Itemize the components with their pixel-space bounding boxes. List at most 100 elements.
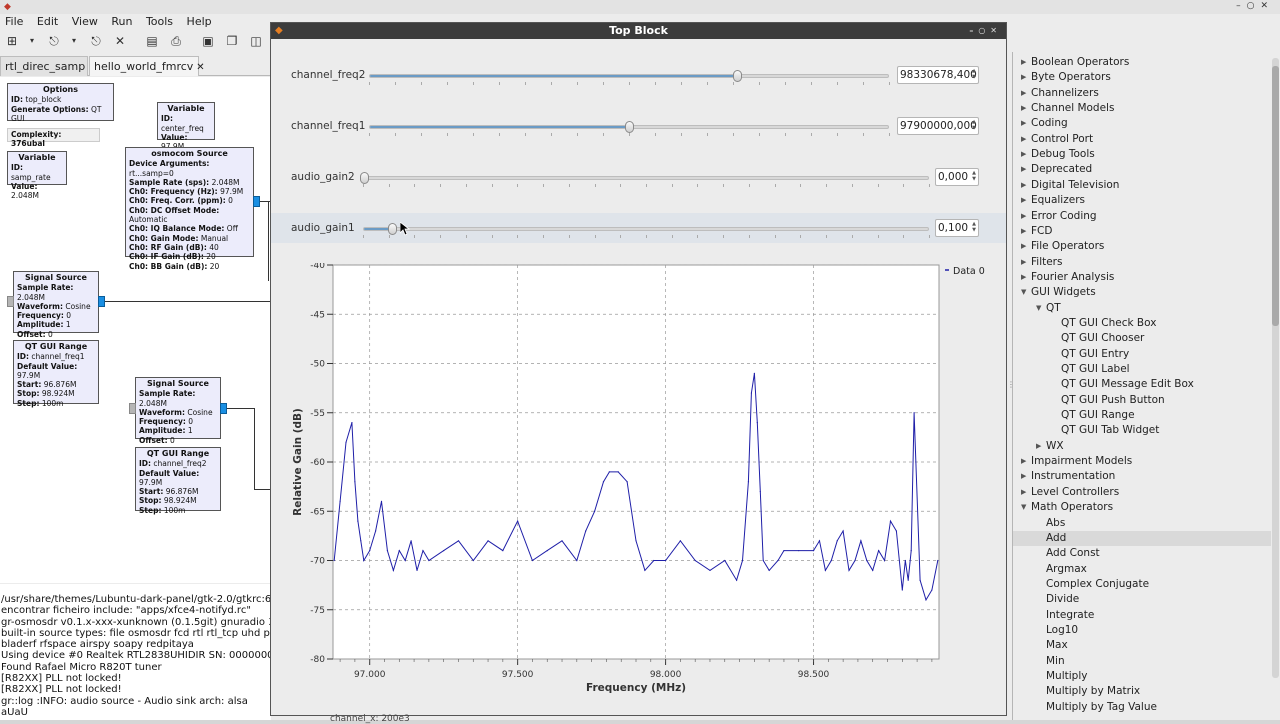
document-icon[interactable]: ▤: [144, 33, 160, 49]
expand-right-icon[interactable]: ▶: [1021, 86, 1026, 101]
spin-arrows-icon[interactable]: ▲ ▼: [972, 119, 976, 131]
expand-right-icon[interactable]: ▶: [1021, 270, 1026, 285]
close-icon[interactable]: ✕: [112, 33, 128, 49]
palette-item[interactable]: ▼ GUI Widgets: [1013, 285, 1271, 300]
expand-right-icon[interactable]: ▶: [1021, 255, 1026, 270]
spin-box[interactable]: 98330678,400 ▲ ▼: [897, 66, 979, 84]
signal-source-2-input-port[interactable]: [129, 403, 136, 414]
menu-run[interactable]: Run: [106, 14, 137, 29]
expand-down-icon[interactable]: ▼: [1021, 500, 1026, 515]
cut-icon[interactable]: ▣: [200, 33, 216, 49]
palette-item[interactable]: Max: [1013, 638, 1271, 653]
palette-item[interactable]: Log10: [1013, 623, 1271, 638]
top-block-window[interactable]: ◆ Top Block –○✕ channel_freq2 98330678,40…: [270, 22, 1007, 716]
menu-tools[interactable]: Tools: [141, 14, 178, 29]
expand-right-icon[interactable]: ▶: [1021, 116, 1026, 131]
expand-right-icon[interactable]: ▶: [1036, 439, 1041, 454]
palette-item[interactable]: ▶ Control Port: [1013, 132, 1271, 147]
copy-icon[interactable]: ❐: [224, 33, 240, 49]
palette-item[interactable]: ▶ Error Coding: [1013, 209, 1271, 224]
palette-item[interactable]: Integrate: [1013, 608, 1271, 623]
slider-track[interactable]: [360, 172, 929, 184]
slider-track[interactable]: [369, 121, 889, 133]
spin-arrows-icon[interactable]: ▲ ▼: [972, 68, 976, 80]
palette-item[interactable]: ▶ Equalizers: [1013, 193, 1271, 208]
expand-right-icon[interactable]: ▶: [1021, 101, 1026, 116]
palette-item[interactable]: QT GUI Message Edit Box: [1013, 377, 1271, 392]
palette-item[interactable]: ▶ Level Controllers: [1013, 485, 1271, 500]
menu-file[interactable]: File: [0, 14, 28, 29]
palette-item[interactable]: ▶ Instrumentation: [1013, 469, 1271, 484]
palette-item[interactable]: ▼ Math Operators: [1013, 500, 1271, 515]
palette-item[interactable]: ▶ Coding: [1013, 116, 1271, 131]
palette-item[interactable]: Argmax: [1013, 562, 1271, 577]
palette-item[interactable]: ▶ Byte Operators: [1013, 70, 1271, 85]
open-icon[interactable]: ⎋: [46, 33, 62, 49]
palette-item[interactable]: QT GUI Tab Widget: [1013, 423, 1271, 438]
slider-handle[interactable]: [388, 223, 398, 235]
palette-item[interactable]: QT GUI Label: [1013, 362, 1271, 377]
palette-item[interactable]: ▶ Deprecated: [1013, 162, 1271, 177]
palette-item[interactable]: QT GUI Chooser: [1013, 331, 1271, 346]
expand-right-icon[interactable]: ▶: [1021, 469, 1026, 484]
palette-item[interactable]: QT GUI Entry: [1013, 347, 1271, 362]
palette-scrollbar[interactable]: [1272, 58, 1279, 678]
expand-right-icon[interactable]: ▶: [1021, 178, 1026, 193]
expand-right-icon[interactable]: ▶: [1021, 162, 1026, 177]
palette-item[interactable]: Abs: [1013, 516, 1271, 531]
expand-right-icon[interactable]: ▶: [1021, 55, 1026, 70]
palette-item[interactable]: ▶ Debug Tools: [1013, 147, 1271, 162]
expand-down-icon[interactable]: ▼: [1021, 285, 1026, 300]
menu-help[interactable]: Help: [182, 14, 217, 29]
block-qt-gui-range-1[interactable]: QT GUI Range ID: channel_freq1 Default Val…: [13, 340, 99, 408]
expand-right-icon[interactable]: ▶: [1021, 132, 1026, 147]
top-block-window-controls[interactable]: –○✕: [969, 23, 1002, 39]
palette-item[interactable]: ▶ Boolean Operators: [1013, 55, 1271, 70]
expand-right-icon[interactable]: ▶: [1021, 239, 1026, 254]
palette-item[interactable]: Add: [1013, 530, 1271, 547]
expand-right-icon[interactable]: ▶: [1021, 70, 1026, 85]
palette-item[interactable]: ▶ File Operators: [1013, 239, 1271, 254]
window-controls[interactable]: –○✕: [1236, 1, 1274, 11]
expand-right-icon[interactable]: ▶: [1021, 224, 1026, 239]
block-variable-center-freq[interactable]: VariableID: center_freqValue: 97.9M: [157, 102, 215, 151]
spin-box[interactable]: 97900000,000 ▲ ▼: [897, 117, 979, 135]
palette-item[interactable]: Min: [1013, 654, 1271, 669]
slider-handle[interactable]: [360, 172, 369, 184]
block-options[interactable]: Options ID: top_block Generate Options: QT…: [7, 83, 114, 123]
palette-item[interactable]: ▶ Channel Models: [1013, 101, 1271, 116]
palette-item[interactable]: ▶ Fourier Analysis: [1013, 270, 1271, 285]
spin-box[interactable]: 0,100 ▲ ▼: [935, 219, 979, 237]
spin-arrows-icon[interactable]: ▲ ▼: [972, 221, 976, 233]
slider-track[interactable]: [363, 223, 929, 235]
palette-item[interactable]: Multiply by Tag Value: [1013, 700, 1271, 715]
new-dropdown-icon[interactable]: ▾: [24, 33, 40, 49]
signal-source-2-output-port[interactable]: [220, 403, 227, 414]
palette-item[interactable]: Complex Conjugate: [1013, 577, 1271, 592]
frequency-plot[interactable]: -40 -45 -50 -55 -60 -65 -70 -75 -80 97.000 97.500 9…: [271, 263, 1006, 703]
signal-source-1-output-port[interactable]: [98, 296, 105, 307]
palette-item[interactable]: QT GUI Check Box: [1013, 316, 1271, 331]
block-variable-samp-rate[interactable]: Variable ID: samp_rate Value: 2.048M: [7, 151, 67, 200]
expand-right-icon[interactable]: ▶: [1021, 485, 1026, 500]
block-qt-gui-range-2[interactable]: QT GUI Range ID: channel_freq2 Default Val…: [135, 447, 221, 515]
menu-edit[interactable]: Edit: [32, 14, 63, 29]
paste-icon[interactable]: ◫: [248, 33, 264, 49]
flowgraph-canvas[interactable]: Options ID: top_block Generate Options: QT…: [0, 77, 271, 583]
tab-hello-world-fmrcv[interactable]: hello_world_fmrcv ✕: [89, 56, 205, 76]
block-signal-source-2[interactable]: Signal Source Sample Rate: 2.048M Waveform…: [135, 377, 221, 445]
palette-item[interactable]: Add Const: [1013, 546, 1271, 561]
palette-item[interactable]: ▼ QT: [1013, 301, 1271, 316]
palette-item[interactable]: ▶ Filters: [1013, 255, 1271, 270]
console-output[interactable]: /usr/share/themes/Lubuntu-dark-panel/gtk…: [0, 584, 271, 720]
save-icon[interactable]: ⎋: [88, 33, 104, 49]
expand-right-icon[interactable]: ▶: [1021, 147, 1026, 162]
expand-right-icon[interactable]: ▶: [1021, 454, 1026, 469]
slider-handle[interactable]: [625, 121, 634, 133]
palette-item[interactable]: QT GUI Range: [1013, 408, 1271, 423]
osmocom-output-port[interactable]: [253, 196, 260, 207]
expand-right-icon[interactable]: ▶: [1021, 193, 1026, 208]
menu-view[interactable]: View: [67, 14, 103, 29]
palette-item[interactable]: ▶ WX: [1013, 439, 1271, 454]
slider-handle[interactable]: [732, 70, 742, 82]
